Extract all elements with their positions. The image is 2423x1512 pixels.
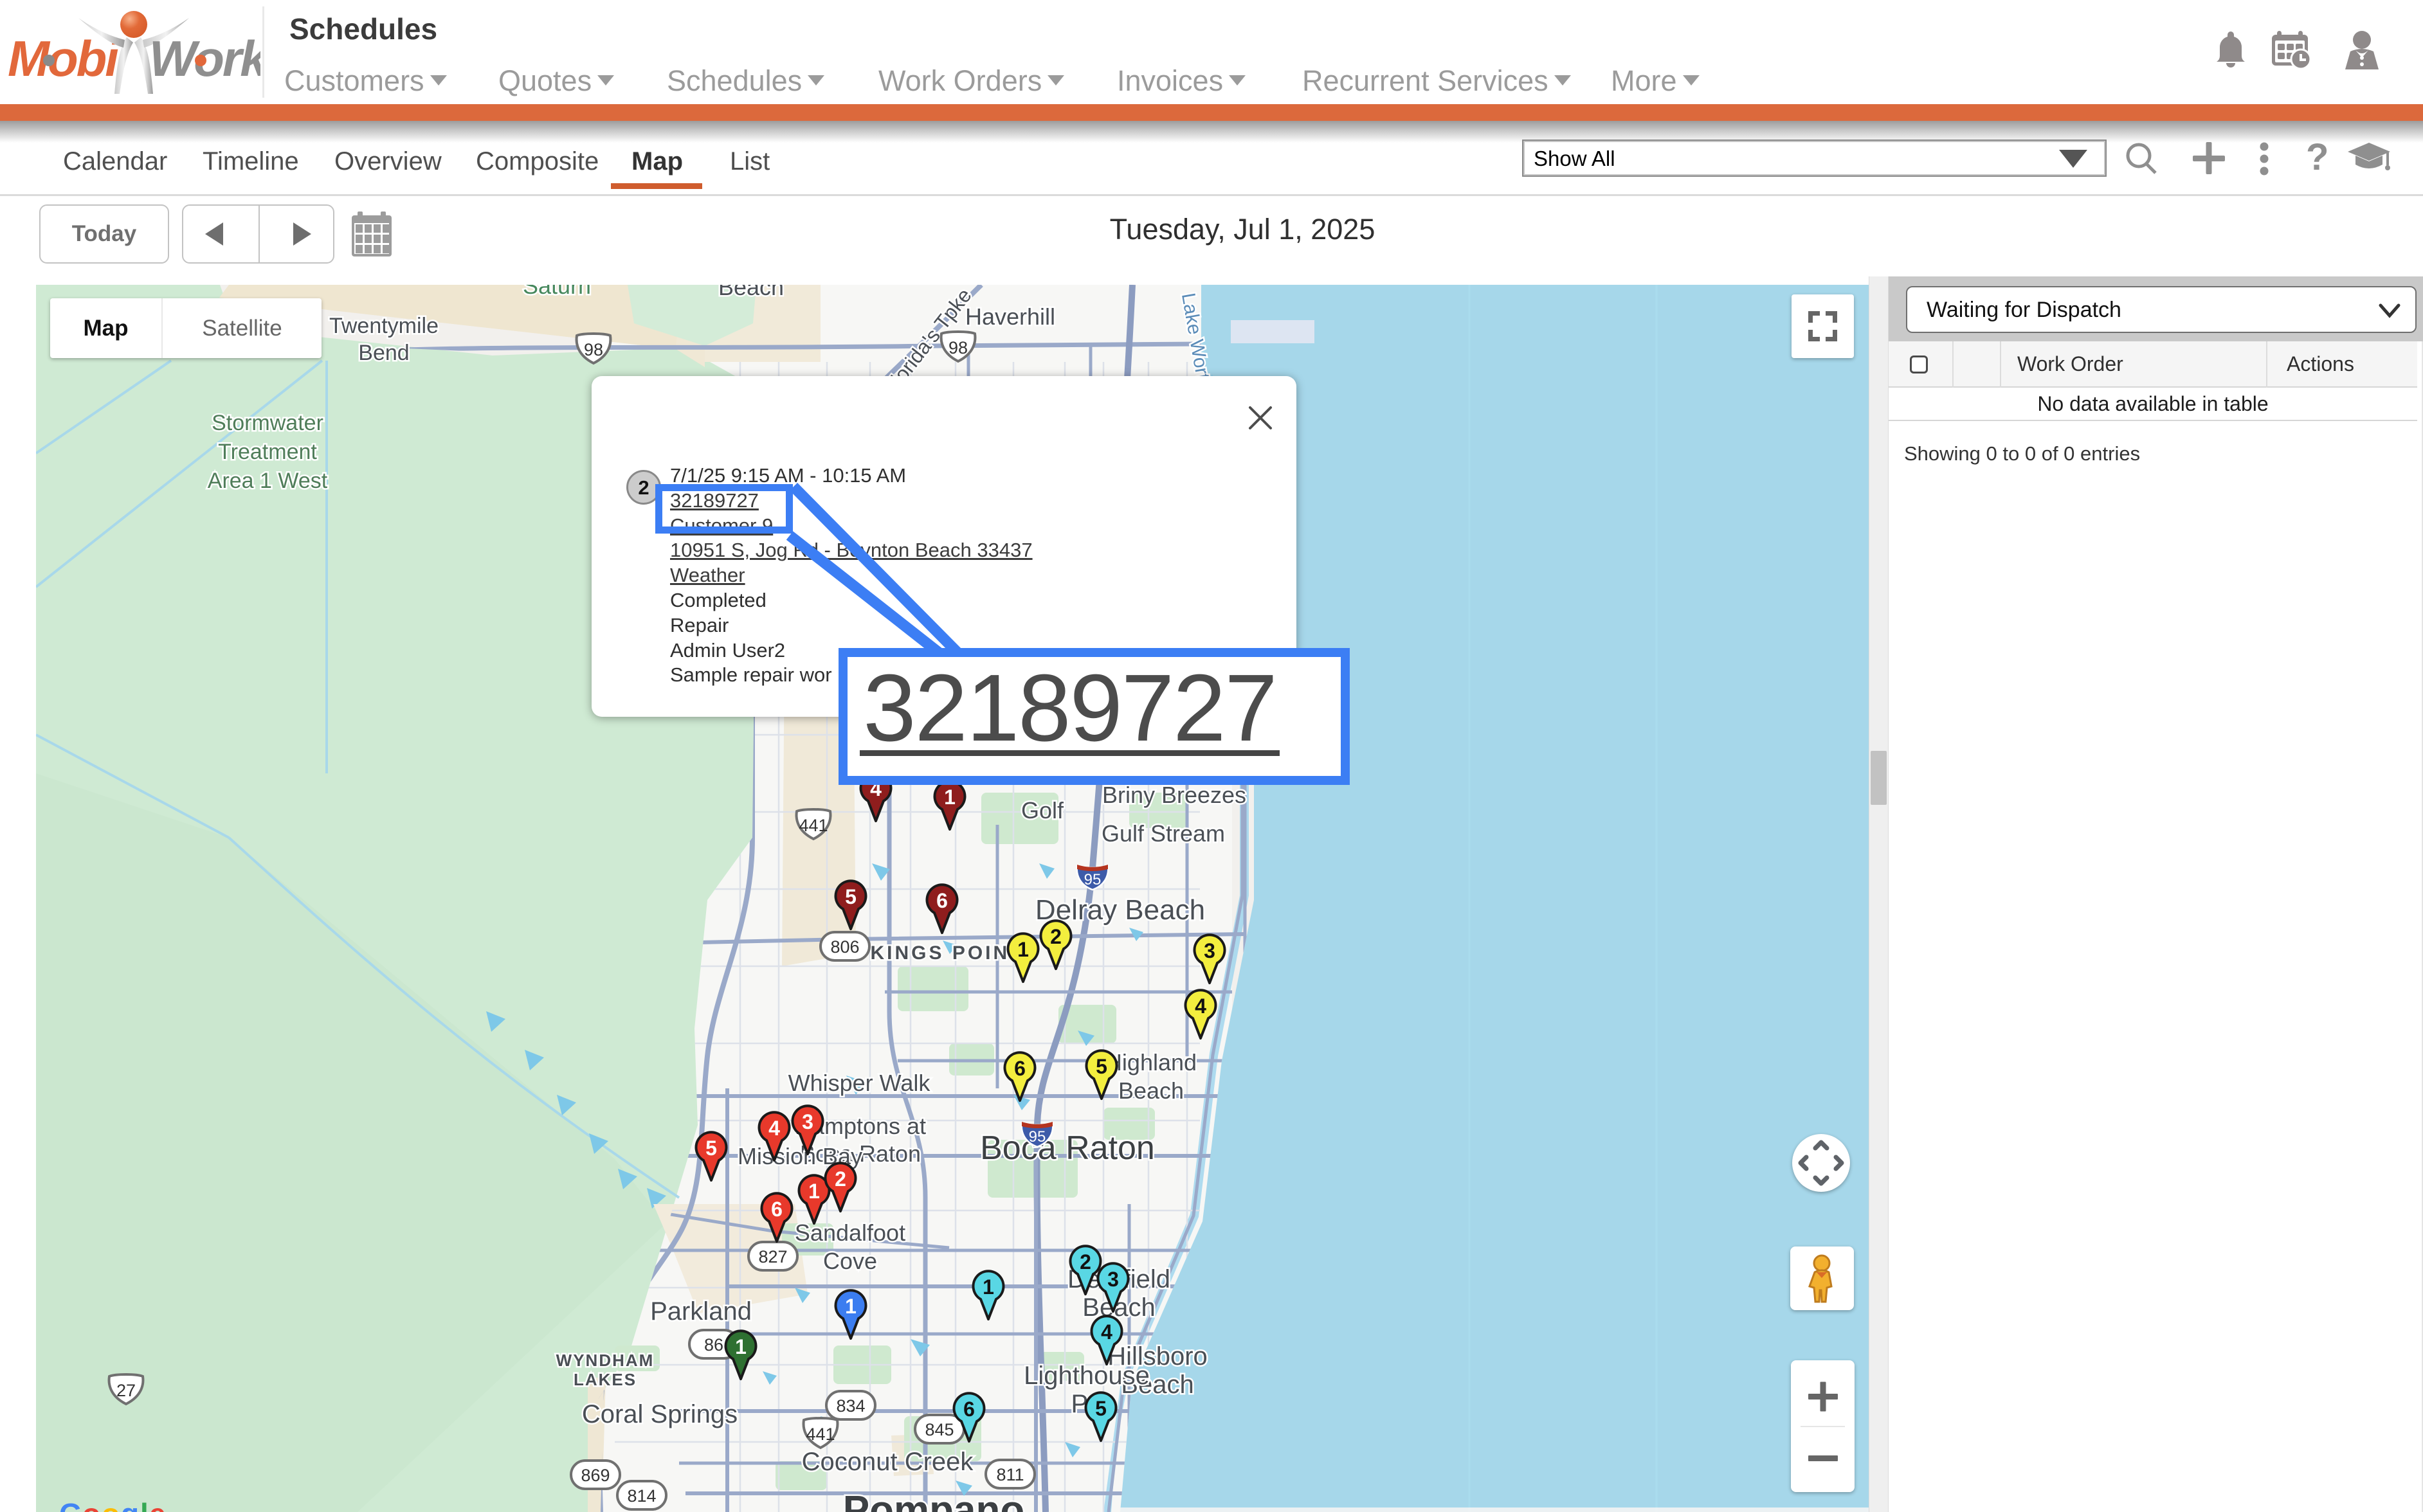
svg-text:Stormwater: Stormwater bbox=[212, 411, 323, 435]
svg-text:95: 95 bbox=[1029, 1128, 1046, 1146]
svg-text:1: 1 bbox=[944, 786, 956, 809]
svg-text:l: l bbox=[140, 1497, 149, 1512]
svg-text:Cove: Cove bbox=[823, 1248, 877, 1274]
svg-text:Treatment: Treatment bbox=[218, 440, 317, 464]
svg-text:Beach: Beach bbox=[718, 285, 784, 300]
svg-text:Haverhill: Haverhill bbox=[965, 303, 1055, 330]
svg-text:6: 6 bbox=[771, 1198, 783, 1221]
svg-text:Twentymile: Twentymile bbox=[329, 314, 439, 338]
svg-text:Briny Breezes: Briny Breezes bbox=[1102, 782, 1246, 808]
svg-text:Area 1 West: Area 1 West bbox=[208, 469, 328, 493]
svg-text:1: 1 bbox=[1017, 938, 1029, 961]
svg-text:869: 869 bbox=[581, 1466, 610, 1485]
svg-text:Bend: Bend bbox=[358, 341, 409, 365]
svg-text:834: 834 bbox=[836, 1396, 865, 1416]
svg-text:6: 6 bbox=[1014, 1057, 1026, 1080]
svg-text:806: 806 bbox=[830, 937, 859, 957]
svg-text:2: 2 bbox=[1050, 925, 1062, 948]
svg-text:441: 441 bbox=[799, 816, 828, 835]
svg-text:KINGS POINT: KINGS POINT bbox=[870, 942, 1024, 964]
svg-text:Parkland: Parkland bbox=[650, 1297, 752, 1326]
svg-text:Highland: Highland bbox=[1105, 1049, 1197, 1076]
svg-text:Mobi: Mobi bbox=[8, 30, 120, 87]
svg-text:5: 5 bbox=[1096, 1055, 1107, 1078]
svg-text:G: G bbox=[59, 1497, 82, 1512]
svg-text:Gulf Stream: Gulf Stream bbox=[1102, 820, 1225, 847]
svg-text:Boca Raton: Boca Raton bbox=[980, 1130, 1155, 1167]
svg-text:1: 1 bbox=[808, 1180, 820, 1203]
svg-text:4: 4 bbox=[1195, 995, 1206, 1018]
svg-text:Beach: Beach bbox=[1118, 1077, 1184, 1104]
svg-text:1: 1 bbox=[983, 1275, 994, 1299]
svg-text:LAKES: LAKES bbox=[574, 1370, 637, 1389]
svg-text:?: ? bbox=[2306, 136, 2328, 178]
svg-text:1: 1 bbox=[845, 1295, 857, 1318]
svg-text:Golf: Golf bbox=[1021, 797, 1064, 824]
svg-text:4: 4 bbox=[1101, 1320, 1112, 1344]
svg-text:95: 95 bbox=[1084, 871, 1102, 888]
svg-text:86: 86 bbox=[704, 1335, 723, 1354]
svg-text:Lighthouse: Lighthouse bbox=[1024, 1362, 1150, 1390]
svg-text:27: 27 bbox=[116, 1381, 136, 1400]
svg-text:98: 98 bbox=[948, 338, 968, 357]
svg-text:Whisper Walk: Whisper Walk bbox=[788, 1070, 931, 1096]
svg-text:5: 5 bbox=[1095, 1397, 1107, 1420]
svg-text:6: 6 bbox=[963, 1398, 975, 1421]
svg-text:5: 5 bbox=[705, 1137, 717, 1160]
svg-text:3: 3 bbox=[1107, 1268, 1119, 1291]
svg-text:814: 814 bbox=[627, 1486, 656, 1506]
svg-text:3: 3 bbox=[1204, 939, 1215, 962]
svg-text:5: 5 bbox=[845, 885, 857, 908]
svg-text:827: 827 bbox=[758, 1247, 787, 1266]
svg-text:2: 2 bbox=[835, 1167, 846, 1191]
svg-text:2: 2 bbox=[1080, 1250, 1091, 1274]
svg-text:1: 1 bbox=[735, 1335, 747, 1358]
svg-text:4: 4 bbox=[768, 1117, 780, 1140]
svg-text:WYNDHAM: WYNDHAM bbox=[556, 1351, 655, 1370]
svg-text:6: 6 bbox=[936, 889, 948, 912]
svg-text:3: 3 bbox=[802, 1110, 813, 1133]
svg-text:Saturn: Saturn bbox=[523, 285, 591, 299]
svg-text:Coconut Creek: Coconut Creek bbox=[802, 1448, 974, 1476]
svg-text:Sandalfoot: Sandalfoot bbox=[795, 1220, 905, 1246]
svg-text:Coral Springs: Coral Springs bbox=[582, 1400, 738, 1428]
svg-text:g: g bbox=[121, 1497, 139, 1512]
svg-text:o: o bbox=[82, 1497, 100, 1512]
svg-text:441: 441 bbox=[806, 1425, 835, 1444]
svg-text:o: o bbox=[102, 1497, 120, 1512]
svg-text:98: 98 bbox=[584, 340, 603, 359]
svg-text:Pompano: Pompano bbox=[843, 1488, 1024, 1512]
svg-text:811: 811 bbox=[996, 1465, 1024, 1484]
svg-text:845: 845 bbox=[925, 1420, 954, 1439]
svg-text:e: e bbox=[149, 1497, 166, 1512]
